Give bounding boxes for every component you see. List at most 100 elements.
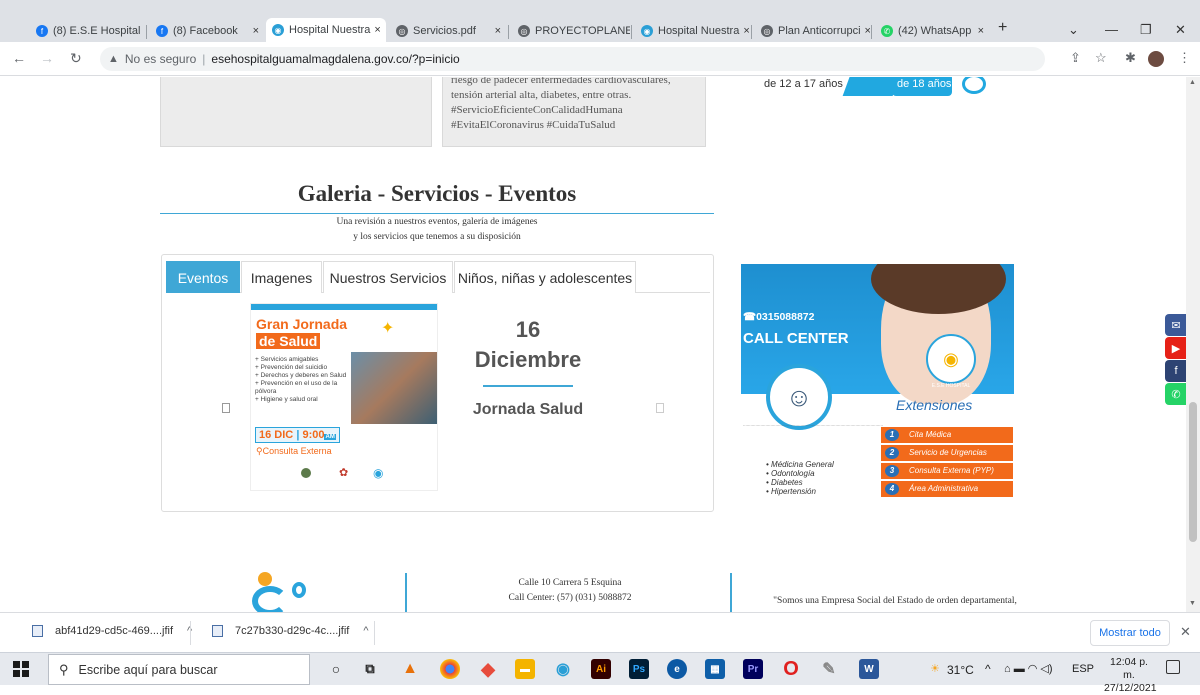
whatsapp-icon[interactable]: ✆: [1165, 383, 1187, 405]
carousel-prev-button[interactable]: [222, 403, 230, 413]
cortana-icon[interactable]: ○: [326, 659, 346, 679]
email-icon[interactable]: ✉: [1165, 314, 1187, 336]
event-photo: [351, 352, 437, 424]
scroll-down-icon: ▼: [1189, 600, 1196, 607]
maximize-icon[interactable]: ❐: [1140, 22, 1152, 38]
news-card: riesgo de padecer enfermedades cardiovas…: [442, 77, 706, 147]
premiere-icon[interactable]: Pr: [743, 659, 763, 679]
section-subtitle: Una revisión a nuestros eventos, galería…: [336, 217, 538, 227]
browser-tab-strip: f (8) E.S.E Hospital × f (8) Facebook × …: [0, 0, 1200, 42]
opera-icon[interactable]: O: [781, 658, 801, 680]
browser-tab[interactable]: ✆ (42) WhatsApp ×: [875, 20, 990, 42]
close-icon[interactable]: ×: [739, 25, 749, 37]
globe-icon: ◎: [518, 25, 530, 37]
vlc-icon[interactable]: ▲: [400, 659, 420, 679]
tab-ninos-adolescentes[interactable]: Niños, niñas y adolescentes: [454, 261, 636, 293]
tab-nuestros-servicios[interactable]: Nuestros Servicios: [323, 261, 453, 293]
warning-icon: ▲: [108, 53, 119, 65]
close-icon[interactable]: ×: [140, 25, 145, 37]
footer-callcenter: Call Center: (57) (031) 5088872: [508, 593, 632, 603]
scrollbar[interactable]: ▲ ▼: [1186, 77, 1200, 612]
tab-eventos[interactable]: Eventos: [166, 261, 240, 293]
url-input[interactable]: ▲ No es seguro | esehospitalguamalmagdal…: [100, 47, 1045, 71]
word-icon[interactable]: W: [859, 659, 879, 679]
close-icon[interactable]: ×: [491, 25, 501, 37]
divider: [160, 213, 714, 214]
event-name: Jornada Salud: [472, 401, 584, 418]
store-icon[interactable]: ▦: [705, 659, 725, 679]
share-icon[interactable]: ⇪: [1070, 50, 1081, 66]
youtube-icon[interactable]: ▶: [1165, 337, 1187, 359]
tab-imagenes[interactable]: Imagenes: [241, 261, 322, 293]
facebook-icon[interactable]: f: [1165, 360, 1187, 382]
clock[interactable]: 12:04 p. m. 27/12/2021: [1104, 656, 1157, 695]
people-icon: ✿: [339, 467, 349, 479]
browser-tab[interactable]: f (8) E.S.E Hospital ×: [30, 20, 145, 42]
show-all-button[interactable]: Mostrar todo: [1090, 620, 1170, 646]
reload-icon[interactable]: ↻: [70, 50, 82, 67]
menu-icon[interactable]: ⋮: [1178, 50, 1191, 66]
edge-icon[interactable]: e: [667, 659, 687, 679]
taskbar-search-input[interactable]: ⚲ Escribe aquí para buscar: [48, 654, 310, 685]
call-center-image[interactable]: ☎0315088872 CALL CENTER ◉ E.S.E HOSPITAL…: [741, 264, 1014, 502]
file-icon: [32, 625, 43, 637]
tab-search-icon[interactable]: ⌄: [1068, 22, 1079, 38]
event-poster-image[interactable]: Gran Jornada de Salud ✦ + Servicios amig…: [250, 303, 438, 491]
close-icon[interactable]: ×: [249, 25, 259, 37]
star-icon[interactable]: ☆: [1095, 50, 1107, 66]
download-item[interactable]: abf41d29-cd5c-469....jfif ^: [32, 625, 192, 637]
avatar[interactable]: [1148, 51, 1164, 67]
chevron-up-icon[interactable]: ^: [985, 662, 991, 676]
git-icon[interactable]: ◆: [478, 659, 498, 679]
hospital-icon: ◉: [272, 24, 284, 36]
file-explorer-icon[interactable]: ▬: [515, 659, 535, 679]
globe-icon: ◎: [761, 25, 773, 37]
hospital-app-icon[interactable]: ◉: [553, 659, 573, 679]
footer-address: Calle 10 Carrera 5 Esquina: [518, 578, 622, 588]
browser-tab[interactable]: ◎ Servicios.pdf ×: [390, 20, 507, 42]
globe-icon: ◎: [396, 25, 408, 37]
scrollbar-thumb[interactable]: [1189, 402, 1197, 542]
language-indicator[interactable]: ESP: [1072, 663, 1094, 675]
chrome-icon[interactable]: [440, 659, 460, 679]
pinwheel-icon: ✦: [381, 320, 395, 337]
seal-icon: [301, 468, 311, 478]
event-month: Diciembre: [474, 347, 582, 372]
scroll-up-icon: ▲: [1189, 79, 1196, 86]
photoshop-icon[interactable]: Ps: [629, 659, 649, 679]
browser-tab[interactable]: ◎ PROYECTOPLANE ×: [512, 20, 630, 42]
section-title: Galeria - Servicios - Eventos: [297, 181, 577, 206]
browser-tab-active[interactable]: ◉ Hospital Nuestra ×: [266, 18, 386, 42]
browser-tab[interactable]: f (8) Facebook ×: [150, 20, 265, 42]
event-day: 16: [515, 317, 541, 342]
browser-tab[interactable]: ◎ Plan Anticorrupci ×: [755, 20, 870, 42]
close-icon[interactable]: ×: [861, 25, 870, 37]
close-icon[interactable]: ×: [370, 24, 380, 36]
carousel-next-button[interactable]: [656, 403, 664, 413]
weather-temp[interactable]: 31°C: [947, 663, 974, 677]
hospital-logo-icon: ◉: [926, 334, 976, 384]
new-tab-button[interactable]: +: [998, 19, 1007, 37]
web-page: riesgo de padecer enfermedades cardiovas…: [0, 77, 1200, 612]
download-item[interactable]: 7c27b330-d29c-4c....jfif ^: [212, 625, 369, 637]
pen-icon[interactable]: ✎: [819, 659, 839, 679]
back-icon[interactable]: ←: [12, 50, 26, 66]
extensions-icon[interactable]: ✱: [1125, 50, 1136, 66]
illustrator-icon[interactable]: Ai: [591, 659, 611, 679]
tray-icons[interactable]: ⌂ ▬ ◠ ◁): [1004, 662, 1053, 675]
windows-taskbar: ⚲ Escribe aquí para buscar ○ ⧉ ▲ ◆ ▬ ◉ A…: [0, 652, 1200, 694]
doctor-icon: ☺: [766, 364, 832, 430]
minimize-icon[interactable]: —: [1105, 22, 1118, 37]
close-window-icon[interactable]: ✕: [1175, 22, 1186, 38]
close-icon[interactable]: ×: [974, 25, 984, 37]
browser-tab[interactable]: ◉ Hospital Nuestra ×: [635, 20, 750, 42]
task-view-icon[interactable]: ⧉: [360, 659, 380, 679]
close-icon[interactable]: ✕: [1180, 624, 1191, 640]
chevron-up-icon[interactable]: ^: [363, 625, 368, 637]
notifications-icon[interactable]: [1166, 660, 1180, 674]
facebook-icon: f: [156, 25, 168, 37]
windows-start-icon[interactable]: [13, 661, 29, 677]
downloads-bar: abf41d29-cd5c-469....jfif ^ 7c27b330-d29…: [0, 612, 1200, 652]
hospital-logo-icon: ◉: [373, 466, 384, 480]
forward-icon[interactable]: →: [40, 50, 54, 66]
